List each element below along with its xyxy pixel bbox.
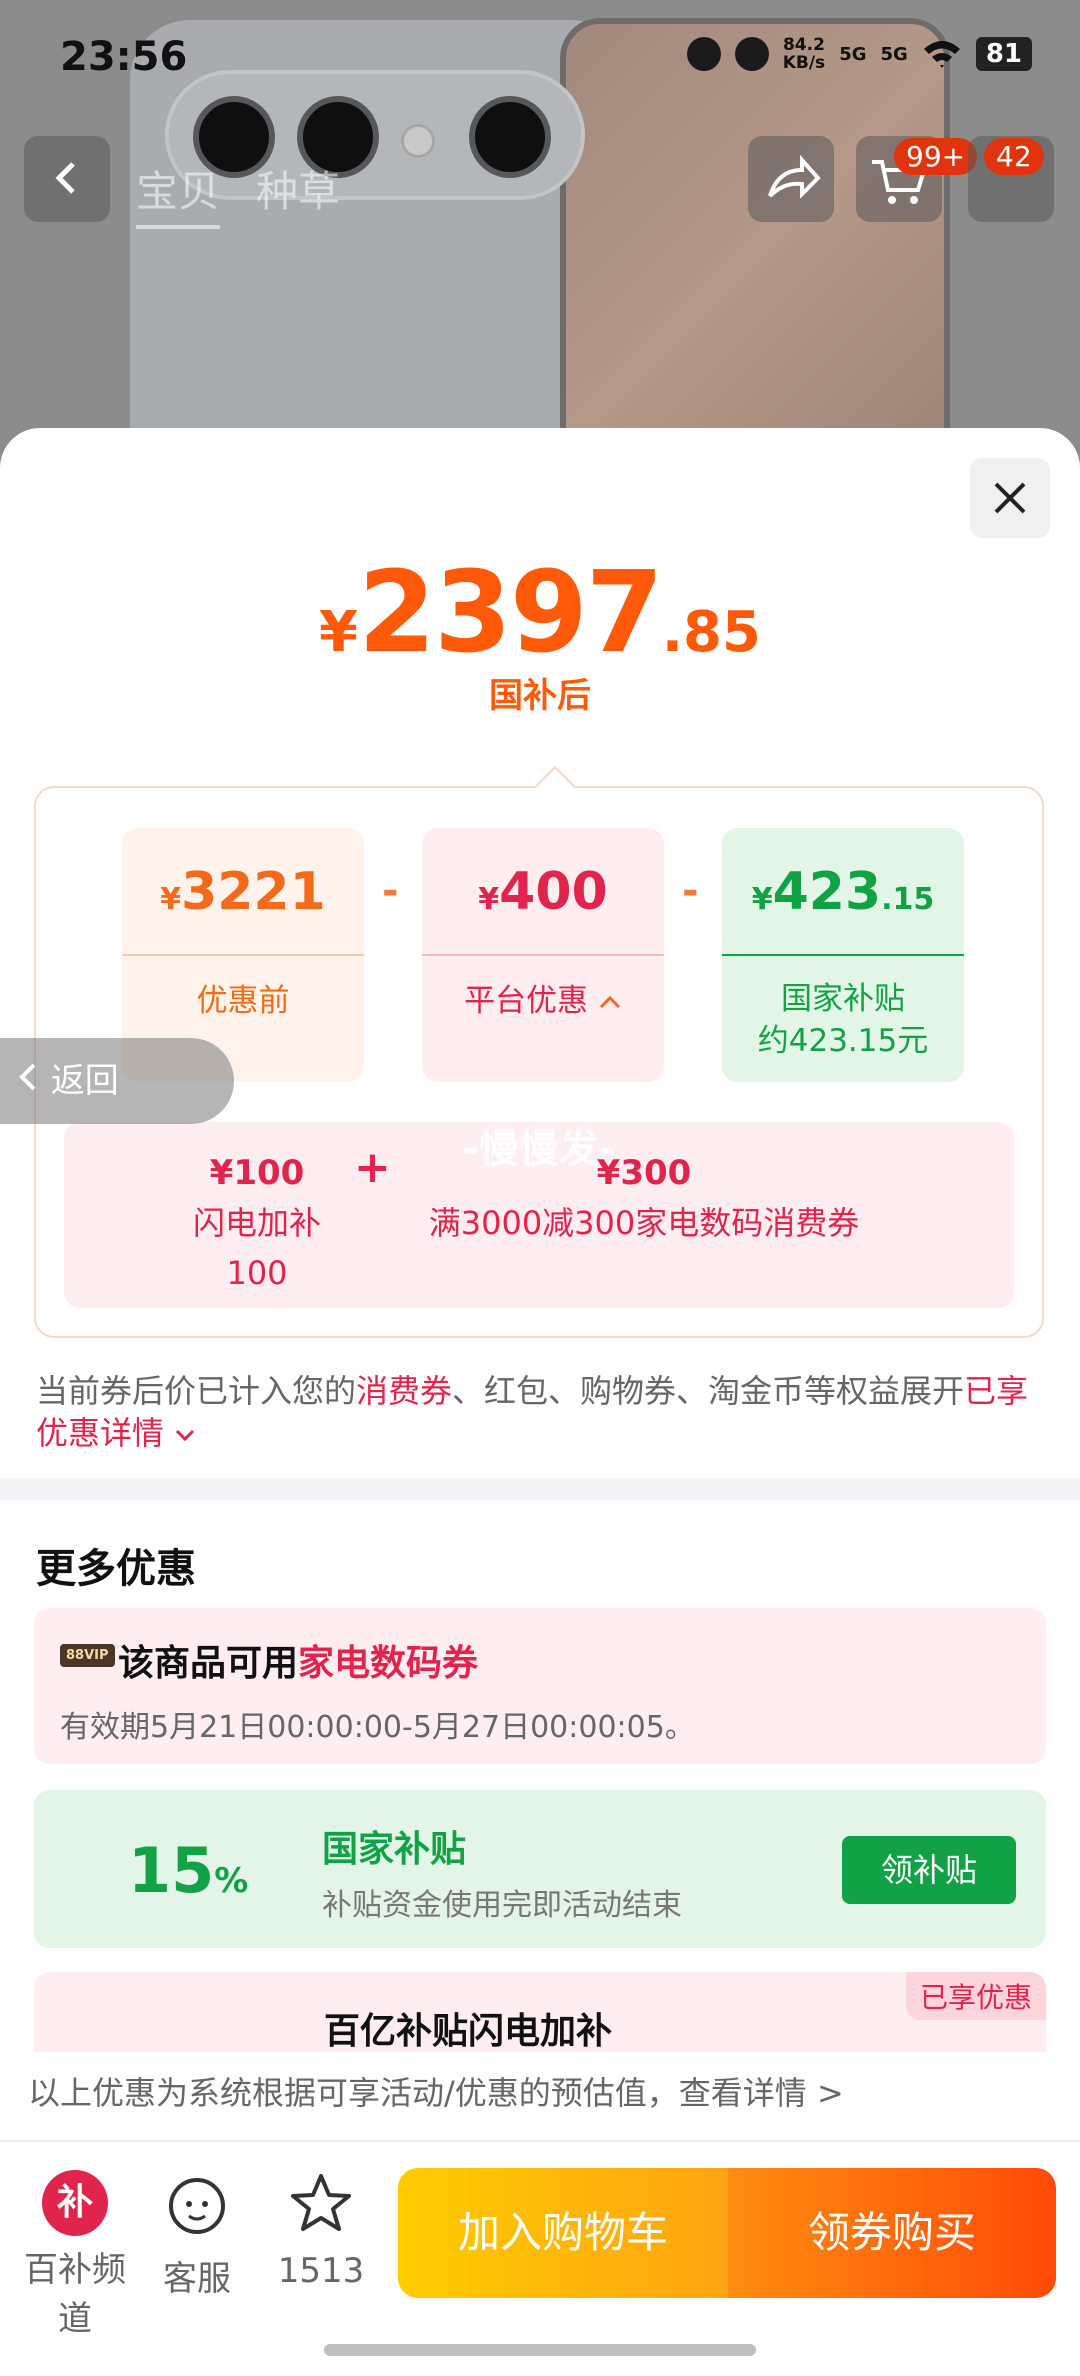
chevron-up-icon [599, 995, 620, 1009]
close-button[interactable] [970, 458, 1050, 538]
price-note: 当前券后价已计入您的消费券、红包、购物券、淘金币等权益展开已享优惠详情 [36, 1372, 1029, 1452]
price-label: 国补后 [489, 676, 591, 716]
national-subsidy-box: ¥423.15 国家补贴 约423.15元 [722, 828, 964, 1082]
enjoyed-badge: 已享优惠 [905, 1972, 1046, 2020]
price-symbol: ¥ [319, 600, 359, 665]
cart-badge: 99+ [894, 138, 978, 175]
customer-service-icon [169, 2178, 225, 2234]
vip-badge: 88VIP [60, 1644, 115, 1667]
subsidy-card: 15% 国家补贴 补贴资金使用完即活动结束 领补贴 [34, 1790, 1046, 1948]
battery-indicator: 81 [975, 37, 1032, 71]
more-button[interactable]: 42 [968, 136, 1054, 222]
flash-subsidy-card-title: 百亿补贴闪电加补 [324, 2011, 613, 2052]
back-button[interactable] [24, 136, 110, 222]
price-detail-sheet: ¥2397.85 国补后 ¥3221 优惠前 - ¥400 平台优惠 - ¥42… [0, 428, 1080, 2376]
coupon-card[interactable]: 88VIP 该商品可用家电数码券 有效期5月21日00:00:00-5月27日0… [34, 1608, 1046, 1764]
top-nav: 宝贝 种草 99+ 42 [0, 136, 1080, 229]
price-integer: 2397 [358, 548, 664, 678]
final-price: ¥2397.85 [0, 548, 1080, 678]
subsidy-channel-button[interactable]: 补 百补频道 [10, 2170, 140, 2340]
minus-sign: - [682, 868, 699, 914]
currency-symbol: ¥ [160, 882, 182, 917]
subsidy-amount: 423 [772, 862, 882, 922]
tab-item[interactable]: 宝贝 [136, 158, 221, 229]
top-tabs: 宝贝 种草 [136, 158, 340, 229]
favorite-button[interactable]: 1513 [256, 2170, 386, 2291]
platform-discount-box[interactable]: ¥400 平台优惠 [422, 828, 664, 1082]
chevron-left-icon [55, 162, 75, 194]
signal-5g-icon: 5G [880, 43, 908, 65]
tab-grass[interactable]: 种草 [256, 158, 340, 229]
subsidy-channel-icon: 补 [42, 2170, 108, 2236]
coupon-item: ¥300 满3000减300家电数码消费券 [404, 1148, 884, 1248]
flash-subsidy-label: 闪电加补 [192, 1204, 321, 1242]
coupon-card-title: 该商品可用家电数码券 [118, 1643, 479, 1684]
bottom-action-bar: 补 百补频道 客服 1513 加入购物车 领券购买 [0, 2140, 1080, 2376]
star-icon [291, 2174, 351, 2231]
alarm-icon [686, 37, 721, 71]
platform-discount: 400 [499, 862, 608, 922]
flash-subsidy-amount: ¥100 [209, 1153, 305, 1193]
app-icon [734, 37, 769, 71]
coupon-label: 满3000减300家电数码消费券 [428, 1204, 860, 1242]
cart-button[interactable]: 99+ [856, 136, 978, 222]
network-speed: 84.2 KB/s [782, 35, 826, 73]
add-to-cart-button[interactable]: 加入购物车 [398, 2168, 728, 2298]
status-time: 23:56 [60, 34, 188, 80]
favorite-count: 1513 [277, 2251, 365, 2291]
wifi-icon [923, 41, 960, 68]
pointer-arrow [533, 765, 577, 809]
more-offers-title: 更多优惠 [36, 1546, 196, 1592]
flash-subsidy-sub: 100 [226, 1254, 288, 1292]
status-bar: 23:56 84.2 KB/s 5G 5G 81 [0, 0, 1080, 120]
currency-symbol: ¥ [478, 882, 500, 917]
original-price: 3221 [181, 862, 326, 922]
chevron-down-icon [176, 1429, 195, 1442]
plus-sign: + [354, 1142, 391, 1193]
subsidy-decimal: .15 [881, 882, 935, 917]
chevron-left-icon [19, 1063, 36, 1091]
share-button[interactable] [748, 136, 834, 222]
platform-discount-detail: -慢慢发- ¥100 闪电加补 100 + ¥300 满3000减300家电数码… [64, 1122, 1014, 1308]
consumption-coupon-link[interactable]: 消费券 [356, 1372, 452, 1410]
coupon-amount: ¥300 [596, 1153, 692, 1193]
price-decimal: .85 [661, 600, 761, 665]
message-badge: 42 [984, 138, 1044, 175]
subsidy-label: 国家补贴 约423.15元 [757, 981, 929, 1059]
currency-symbol: ¥ [751, 882, 773, 917]
share-icon [768, 154, 821, 199]
home-indicator [324, 2344, 756, 2356]
platform-discount-label: 平台优惠 [422, 956, 664, 1022]
subsidy-percent: 15% [128, 1834, 249, 1907]
claim-subsidy-button[interactable]: 领补贴 [842, 1836, 1016, 1904]
close-icon [994, 482, 1026, 514]
flash-subsidy-card: 百亿补贴闪电加补 已享优惠 [34, 1972, 1046, 2052]
subsidy-card-desc: 补贴资金使用完即活动结束 [322, 1888, 682, 1923]
signal-5g-icon: 5G [839, 43, 867, 65]
subsidy-channel-label: 百补频道 [24, 2250, 126, 2339]
flash-subsidy-item: ¥100 闪电加补 100 [182, 1148, 332, 1298]
buy-with-coupon-button[interactable]: 领券购买 [728, 2168, 1056, 2298]
customer-service-button[interactable]: 客服 [132, 2170, 262, 2300]
coupon-card-validity: 有效期5月21日00:00:00-5月27日00:00:05。 [60, 1710, 695, 1745]
subsidy-card-title: 国家补贴 [322, 1829, 467, 1870]
customer-service-label: 客服 [163, 2259, 231, 2299]
section-divider [0, 1478, 1080, 1500]
original-price-label: 优惠前 [196, 983, 290, 1019]
status-icons: 84.2 KB/s 5G 5G 81 [686, 35, 1032, 73]
return-button[interactable]: 返回 [0, 1038, 234, 1124]
estimate-note-link[interactable]: 以上优惠为系统根据可享活动/优惠的预估值，查看详情 > [28, 2068, 844, 2114]
minus-sign: - [382, 868, 399, 914]
